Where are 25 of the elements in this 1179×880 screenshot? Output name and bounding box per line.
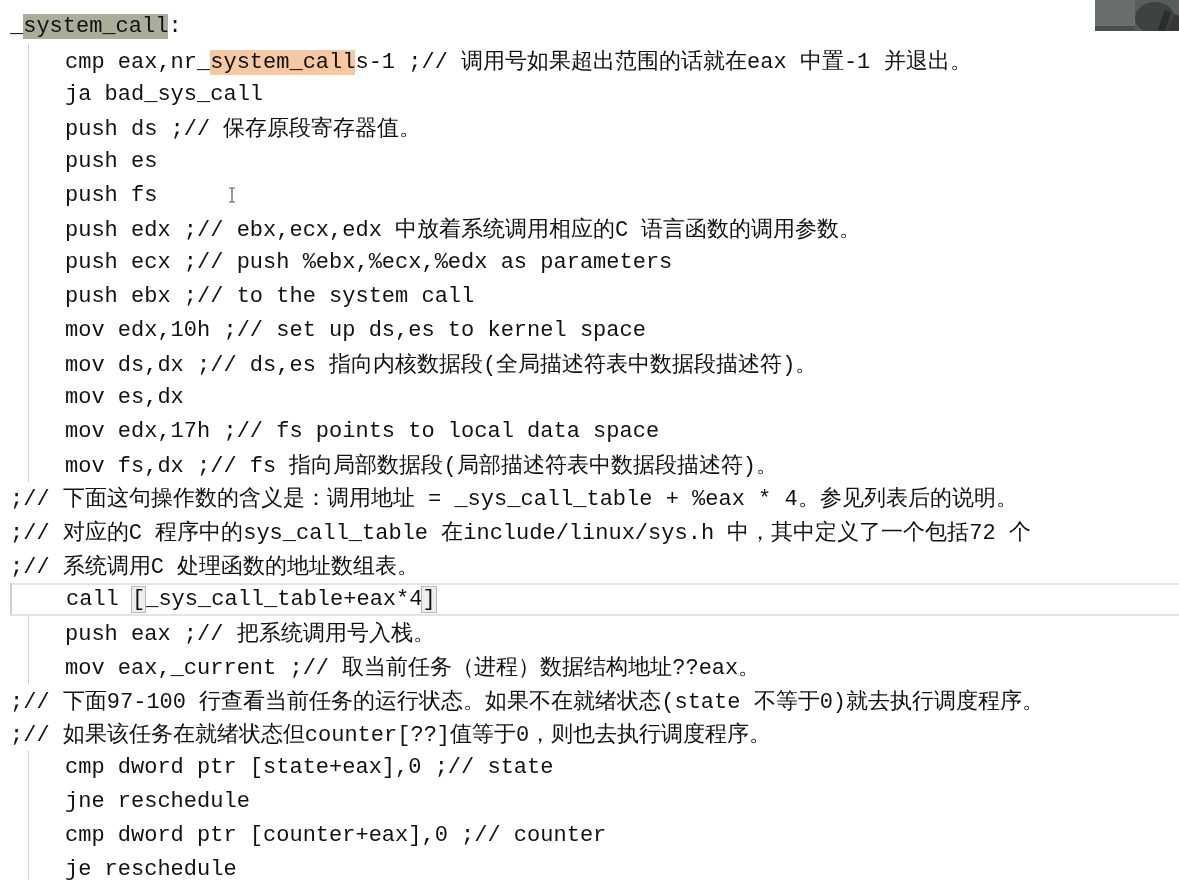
code-comment: ;// 对应的C 程序中的sys_call_table 在include/linux/sys.h 中，其中定义了一个包括72 个 <box>10 519 1031 548</box>
code-line: push ebx ;// to the system call <box>65 283 475 309</box>
code-line: ja bad_sys_call <box>65 81 264 107</box>
code-line: push ds ;// 保存原段寄存器值。 <box>65 115 422 143</box>
code-line: push es <box>65 149 158 175</box>
code-comment: ;// 下面这句操作数的含义是：调用地址 = _sys_call_table + %eax * 4。参见列表后的说明。 <box>10 485 1018 514</box>
code-line: je reschedule <box>65 856 237 880</box>
code-comment: ;// 如果该任务在就绪状态但counter[??]值等于0，则也去执行调度程序。 <box>10 721 772 750</box>
code-line: mov fs,dx ;// fs 指向局部数据段(局部描述符表中数据段描述符)。 <box>65 452 778 480</box>
code-line: jne reschedule <box>65 789 250 815</box>
code-line: mov eax,_current ;// 取当前任务（进程）数据结构地址??eax。 <box>65 654 761 682</box>
code-line: push edx ;// ebx,ecx,edx 中放着系统调用相应的C 语言函数的调用参数。 <box>65 216 862 244</box>
code-comment: ;// 下面97-100 行查看当前任务的运行状态。如果不在就绪状态(state 不等于0)就去执行调度程序。 <box>10 688 1045 716</box>
code-line: mov ds,dx ;// ds,es 指向内核数据段(全局描述符表中数据段描述符)。 <box>65 351 818 379</box>
code-line: call [_sys_call_table+eax*4] <box>66 587 436 613</box>
code-line: push eax ;// 把系统调用号入栈。 <box>65 620 435 649</box>
code-line: mov es,dx <box>65 384 184 410</box>
code-line: mov edx,10h ;// set up ds,es to kernel space <box>65 317 646 343</box>
code-comment: ;// 系统调用C 处理函数的地址数组表。 <box>10 553 420 581</box>
code-line: cmp dword ptr [counter+eax],0 ;// counter <box>65 822 607 848</box>
code-line: cmp dword ptr [state+eax],0 ;// state <box>65 755 554 781</box>
code-line: cmp eax,nr_system_calls-1 ;// 调用号如果超出范围的话就在eax 中置-1 并退出。 <box>65 48 972 76</box>
code-line: mov edx,17h ;// fs points to local data space <box>65 418 660 444</box>
code-line: push ecx ;// push %ebx,%ecx,%edx as parameters <box>65 250 673 276</box>
code-line: push fs <box>65 182 158 208</box>
